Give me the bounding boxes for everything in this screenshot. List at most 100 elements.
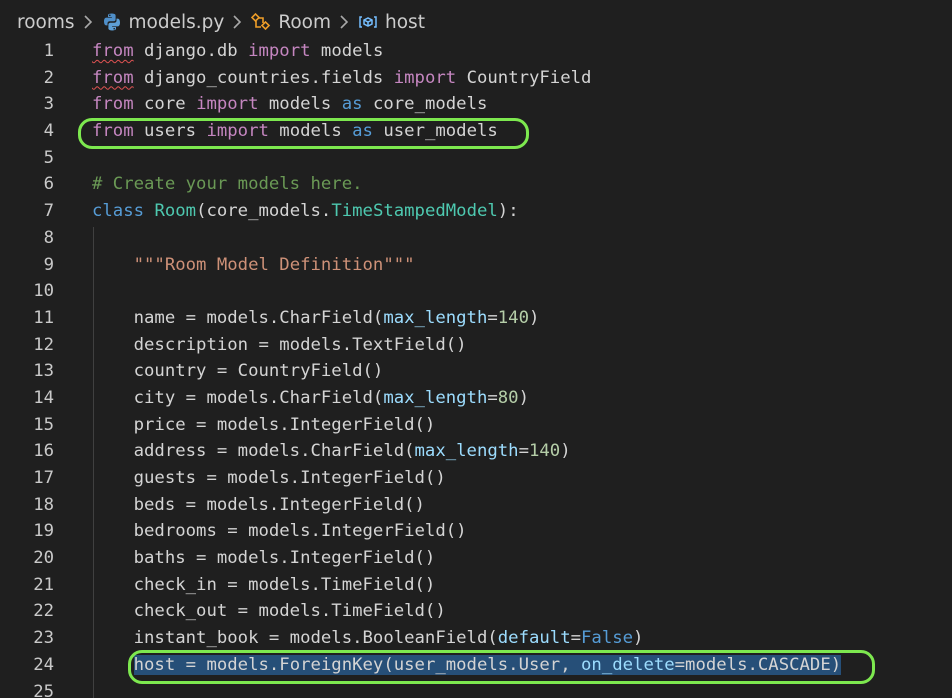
- line-text[interactable]: from core import models as core_models: [92, 91, 487, 118]
- line-number: 12: [33, 334, 54, 355]
- code-token: False: [581, 628, 634, 649]
- code-line[interactable]: 23 instant_book = models.BooleanField(de…: [0, 625, 952, 652]
- line-number: 14: [33, 387, 54, 408]
- code-token: guests = models.IntegerField(): [92, 468, 446, 488]
- line-number: 16: [33, 441, 54, 462]
- code-token: CountryField: [456, 67, 592, 88]
- line-text[interactable]: check_out = models.TimeField(): [92, 598, 446, 625]
- code-line[interactable]: 18 beds = models.IntegerField(): [0, 492, 952, 519]
- code-line[interactable]: 14 city = models.CharField(max_length=80…: [0, 385, 952, 412]
- code-line[interactable]: 8: [0, 225, 952, 252]
- code-token: django_countries.fields: [133, 67, 394, 88]
- line-text[interactable]: price = models.IntegerField(): [92, 412, 436, 439]
- breadcrumb-item-folder[interactable]: rooms: [17, 12, 75, 33]
- line-text[interactable]: from django_countries.fields import Coun…: [92, 65, 591, 92]
- code-line[interactable]: 20 baths = models.IntegerField(): [0, 545, 952, 572]
- code-line[interactable]: 9 """Room Model Definition""": [0, 252, 952, 279]
- line-number: 2: [43, 67, 54, 88]
- line-number: 24: [33, 654, 54, 675]
- code-token: beds = models.IntegerField(): [92, 494, 425, 515]
- line-text[interactable]: country = CountryField(): [92, 358, 384, 385]
- line-number: 11: [33, 307, 54, 328]
- code-line[interactable]: 16 address = models.CharField(max_length…: [0, 438, 952, 465]
- line-number: 3: [43, 94, 54, 115]
- code-line[interactable]: 2 from django_countries.fields import Cou…: [0, 65, 952, 92]
- chevron-right-icon: [232, 14, 243, 30]
- line-text[interactable]: city = models.CharField(max_length=80): [92, 385, 529, 412]
- code-line[interactable]: 22 check_out = models.TimeField(): [0, 598, 952, 625]
- code-token: =: [487, 307, 498, 328]
- code-token: instant_book = models.BooleanField(: [92, 628, 498, 649]
- line-text[interactable]: class Room(core_models.TimeStampedModel)…: [92, 198, 519, 225]
- code-line[interactable]: 3 from core import models as core_models: [0, 91, 952, 118]
- line-text[interactable]: baths = models.IntegerField(): [92, 545, 436, 572]
- code-token: from: [92, 94, 134, 115]
- code-line[interactable]: 24 host = models.ForeignKey(user_models.…: [0, 652, 952, 679]
- line-number: 22: [33, 601, 54, 622]
- code-token: models: [258, 94, 342, 115]
- line-text[interactable]: host = models.ForeignKey(user_models.Use…: [92, 652, 842, 679]
- code-line[interactable]: 21 check_in = models.TimeField(): [0, 572, 952, 599]
- line-text[interactable]: address = models.CharField(max_length=14…: [92, 438, 571, 465]
- line-number: 13: [33, 361, 54, 382]
- chevron-right-icon: [339, 14, 350, 30]
- code-token: ): [633, 628, 644, 649]
- variable-icon: [358, 12, 378, 32]
- code-token: from: [92, 67, 134, 88]
- line-text[interactable]: beds = models.IntegerField(): [92, 492, 425, 519]
- code-line[interactable]: 5: [0, 145, 952, 172]
- code-token: on_delete: [581, 654, 675, 675]
- code-line[interactable]: 13 country = CountryField(): [0, 358, 952, 385]
- code-token: baths = models.IntegerField(): [92, 548, 436, 569]
- code-token: 80: [497, 387, 519, 408]
- code-line[interactable]: 10: [0, 278, 952, 305]
- code-line[interactable]: 4 from users import models as user_models: [0, 118, 952, 145]
- code-token: # Create your models here.: [92, 174, 363, 195]
- code-editor[interactable]: rooms models.py Room host 1 from django.…: [0, 0, 952, 698]
- code-line[interactable]: 12 description = models.TextField(): [0, 332, 952, 359]
- code-token: models: [310, 41, 384, 61]
- breadcrumb-folder-label: rooms: [17, 11, 75, 33]
- code-token: core: [133, 94, 197, 115]
- line-text[interactable]: from users import models as user_models: [92, 118, 498, 145]
- line-text[interactable]: bedrooms = models.IntegerField(): [92, 518, 467, 545]
- code-line[interactable]: 6 # Create your models here.: [0, 171, 952, 198]
- code-line[interactable]: 1 from django.db import models: [0, 38, 952, 65]
- line-text[interactable]: name = models.CharField(max_length=140): [92, 305, 540, 332]
- line-text[interactable]: from django.db import models: [92, 38, 383, 65]
- breadcrumb-item-class[interactable]: Room: [251, 12, 331, 33]
- line-number: 5: [43, 147, 54, 168]
- code-line[interactable]: 11 name = models.CharField(max_length=14…: [0, 305, 952, 332]
- code-token: max_length: [414, 441, 519, 462]
- line-number: 20: [33, 548, 54, 569]
- line-text[interactable]: # Create your models here.: [92, 171, 363, 198]
- code-token: check_out = models.TimeField(): [92, 601, 446, 622]
- line-number: 21: [33, 574, 54, 595]
- code-lines[interactable]: 1 from django.db import models 2 from djang…: [0, 38, 952, 698]
- line-text[interactable]: """Room Model Definition""": [92, 252, 415, 279]
- code-token: =models.CASCADE): [674, 654, 842, 675]
- code-line[interactable]: 19 bedrooms = models.IntegerField(): [0, 518, 952, 545]
- breadcrumb-item-variable[interactable]: host: [358, 12, 425, 33]
- code-token: core_models: [362, 94, 488, 115]
- code-line[interactable]: 17 guests = models.IntegerField(): [0, 465, 952, 492]
- breadcrumb-file-label: models.py: [128, 11, 225, 33]
- breadcrumb-variable-label: host: [385, 11, 425, 33]
- line-number: 10: [33, 281, 54, 302]
- line-number: 18: [33, 494, 54, 515]
- code-line[interactable]: 15 price = models.IntegerField(): [0, 412, 952, 439]
- code-line[interactable]: 25: [0, 679, 952, 698]
- line-text[interactable]: instant_book = models.BooleanField(defau…: [92, 625, 644, 652]
- code-line[interactable]: 7 class Room(core_models.TimeStampedModel…: [0, 198, 952, 225]
- code-token: country = CountryField(): [92, 361, 384, 382]
- breadcrumb-item-file[interactable]: models.py: [102, 11, 225, 33]
- code-token: as: [352, 121, 373, 142]
- code-token: models: [268, 121, 353, 142]
- line-text[interactable]: guests = models.IntegerField(): [92, 465, 446, 492]
- line-text[interactable]: description = models.TextField(): [92, 332, 467, 359]
- python-file-icon: [102, 12, 122, 32]
- line-number: 7: [43, 201, 54, 222]
- class-icon: [251, 12, 271, 32]
- line-text[interactable]: check_in = models.TimeField(): [92, 572, 436, 599]
